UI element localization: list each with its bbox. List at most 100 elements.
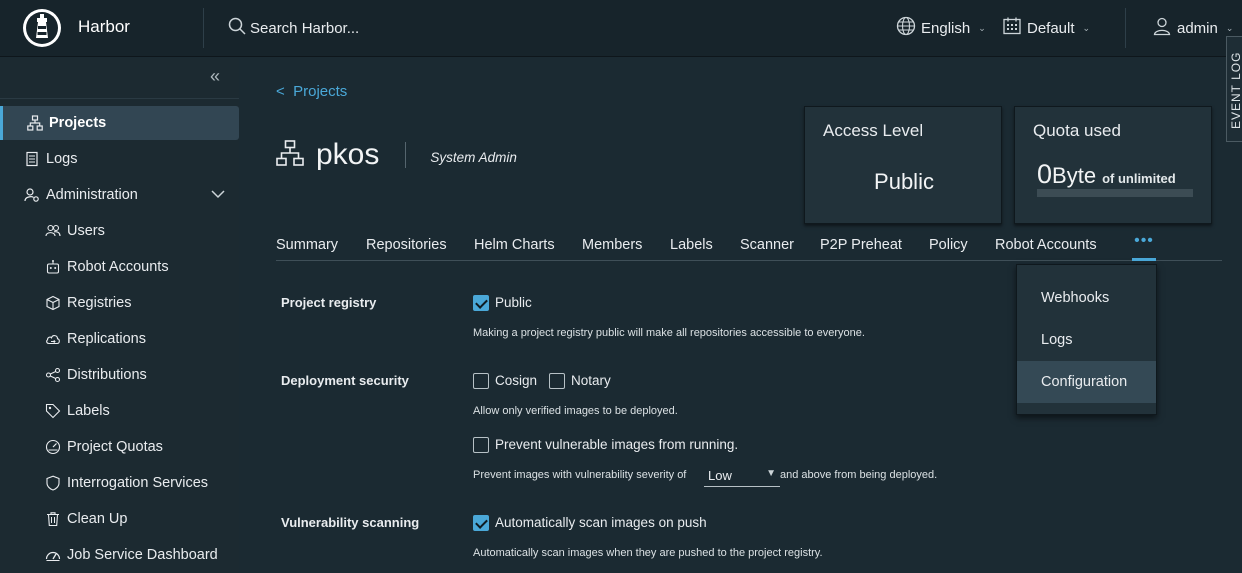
tab-p2p-preheat[interactable]: P2P Preheat [820, 237, 902, 253]
access-level-card: Access Level Public [804, 106, 1002, 224]
notary-checkbox-label: Notary [571, 373, 611, 388]
cosign-checkbox-label: Cosign [495, 373, 538, 388]
sidebar-item-job-service-dashboard[interactable]: Job Service Dashboard [0, 538, 239, 572]
sidebar-item-label: Logs [46, 151, 78, 167]
sidebar-item-labels[interactable]: Labels [0, 394, 239, 428]
sidebar-item-distributions[interactable]: Distributions [0, 358, 239, 392]
sidebar-item-label: Replications [67, 331, 146, 347]
title-divider [405, 142, 407, 168]
prevent-vulnerable-checkbox[interactable] [473, 437, 489, 453]
event-log-toggle[interactable]: EVENT LOG [1226, 36, 1242, 142]
project-tabs: Summary Repositories Helm Charts Members… [276, 233, 1222, 261]
quota-number: 0 [1037, 159, 1053, 189]
users-icon [45, 223, 61, 239]
sidebar-item-label: Project Quotas [67, 439, 163, 455]
sidebar-item-clean-up[interactable]: Clean Up [0, 502, 239, 536]
datetime-format-selector[interactable]: Default ⌄ [1002, 16, 1090, 40]
sidebar-item-administration[interactable]: Administration [0, 178, 239, 212]
cosign-checkbox[interactable] [473, 373, 489, 389]
public-checkbox[interactable] [473, 295, 489, 311]
quota-progress-bar [1037, 189, 1193, 197]
sidebar-item-interrogation-services[interactable]: Interrogation Services [0, 466, 239, 500]
replications-icon [45, 331, 61, 347]
quota-limit: of unlimited [1102, 171, 1176, 186]
menu-item-configuration[interactable]: Configuration [1017, 361, 1156, 403]
chevron-down-icon: ▼ [766, 468, 776, 479]
auto-scan-label: Automatically scan images on push [495, 515, 707, 530]
tab-members[interactable]: Members [582, 237, 642, 253]
username: admin [1177, 19, 1218, 37]
project-registry-label: Project registry [281, 295, 377, 310]
sidebar-item-label: Projects [49, 115, 107, 131]
sidebar-item-project-quotas[interactable]: Project Quotas [0, 430, 239, 464]
sidebar-item-users[interactable]: Users [0, 214, 239, 248]
notary-checkbox[interactable] [549, 373, 565, 389]
auto-scan-checkbox[interactable] [473, 515, 489, 531]
tab-summary[interactable]: Summary [276, 237, 338, 253]
menu-item-logs[interactable]: Logs [1017, 319, 1156, 361]
prevent-vulnerable-label: Prevent vulnerable images from running. [495, 437, 739, 452]
top-header: Harbor Search Harbor... English ⌄ Defaul… [0, 0, 1242, 57]
sidebar-item-label: Registries [67, 295, 132, 311]
menu-item-webhooks[interactable]: Webhooks [1017, 277, 1156, 319]
calendar-icon [1002, 16, 1022, 40]
shield-icon [45, 475, 61, 491]
deployment-security-label: Deployment security [281, 373, 409, 388]
sidebar-item-label: Clean Up [67, 511, 128, 527]
sidebar-item-label: Job Service Dashboard [67, 547, 218, 563]
deployment-security-help: Allow only verified images to be deploye… [473, 405, 678, 417]
public-checkbox-label: Public [495, 295, 532, 310]
robot-icon [45, 259, 61, 275]
language-label: English [921, 19, 971, 37]
quota-used-card: Quota used 0 Byte of unlimited [1014, 106, 1212, 224]
quota-unit: Byte [1052, 163, 1097, 188]
collapse-sidebar-icon[interactable]: « [210, 66, 220, 87]
access-level-value: Public [874, 169, 934, 194]
severity-help-suffix: and above from being deployed. [780, 469, 938, 481]
tab-labels[interactable]: Labels [670, 237, 713, 253]
user-icon [1152, 16, 1172, 40]
tab-repositories[interactable]: Repositories [366, 237, 447, 253]
back-arrow-icon: < [276, 83, 285, 100]
tab-helm-charts[interactable]: Helm Charts [474, 237, 555, 253]
language-selector[interactable]: English ⌄ [896, 16, 986, 40]
tab-scanner[interactable]: Scanner [740, 237, 794, 253]
datetime-format-label: Default [1027, 19, 1075, 37]
sidebar-item-robot-accounts[interactable]: Robot Accounts [0, 250, 239, 284]
severity-select[interactable]: Low ▼ [704, 465, 780, 487]
breadcrumb[interactable]: < Projects [276, 83, 347, 100]
harbor-logo-icon[interactable] [22, 8, 62, 48]
user-menu[interactable]: admin ⌄ [1152, 16, 1233, 40]
distributions-icon [45, 367, 61, 383]
administration-icon [24, 187, 40, 203]
sidebar-divider [0, 98, 239, 99]
sidebar-item-label: Users [67, 223, 105, 239]
card-title: Access Level [823, 121, 924, 140]
breadcrumb-link[interactable]: Projects [293, 83, 347, 100]
tab-robot-accounts[interactable]: Robot Accounts [995, 237, 1097, 253]
sidebar-item-projects[interactable]: Projects [0, 106, 239, 140]
logs-icon [24, 151, 40, 167]
quota-value: 0 Byte of unlimited [1037, 159, 1176, 190]
brand-name[interactable]: Harbor [78, 17, 130, 37]
more-tabs-button[interactable]: ••• [1132, 233, 1156, 261]
sidebar-item-label: Labels [67, 403, 110, 419]
quotas-icon [45, 439, 61, 455]
chevron-down-icon [211, 187, 225, 205]
tab-policy[interactable]: Policy [929, 237, 968, 253]
project-registry-help: Making a project registry public will ma… [473, 327, 865, 339]
chevron-down-icon: ⌄ [1225, 22, 1234, 33]
search-input[interactable]: Search Harbor... [250, 20, 359, 37]
sidebar-item-registries[interactable]: Registries [0, 286, 239, 320]
sidebar: « Projects Logs Administration Users Rob… [0, 58, 239, 573]
sidebar-item-logs[interactable]: Logs [0, 142, 239, 176]
registries-icon [45, 295, 61, 311]
trash-icon [45, 511, 61, 527]
global-search[interactable]: Search Harbor... [228, 16, 359, 40]
severity-help-prefix: Prevent images with vulnerability severi… [473, 469, 687, 481]
dashboard-icon [45, 547, 61, 563]
header-divider [203, 8, 204, 48]
vulnerability-scanning-help: Automatically scan images when they are … [473, 547, 823, 559]
sidebar-item-replications[interactable]: Replications [0, 322, 239, 356]
chevron-down-icon: ⌄ [1082, 22, 1091, 33]
